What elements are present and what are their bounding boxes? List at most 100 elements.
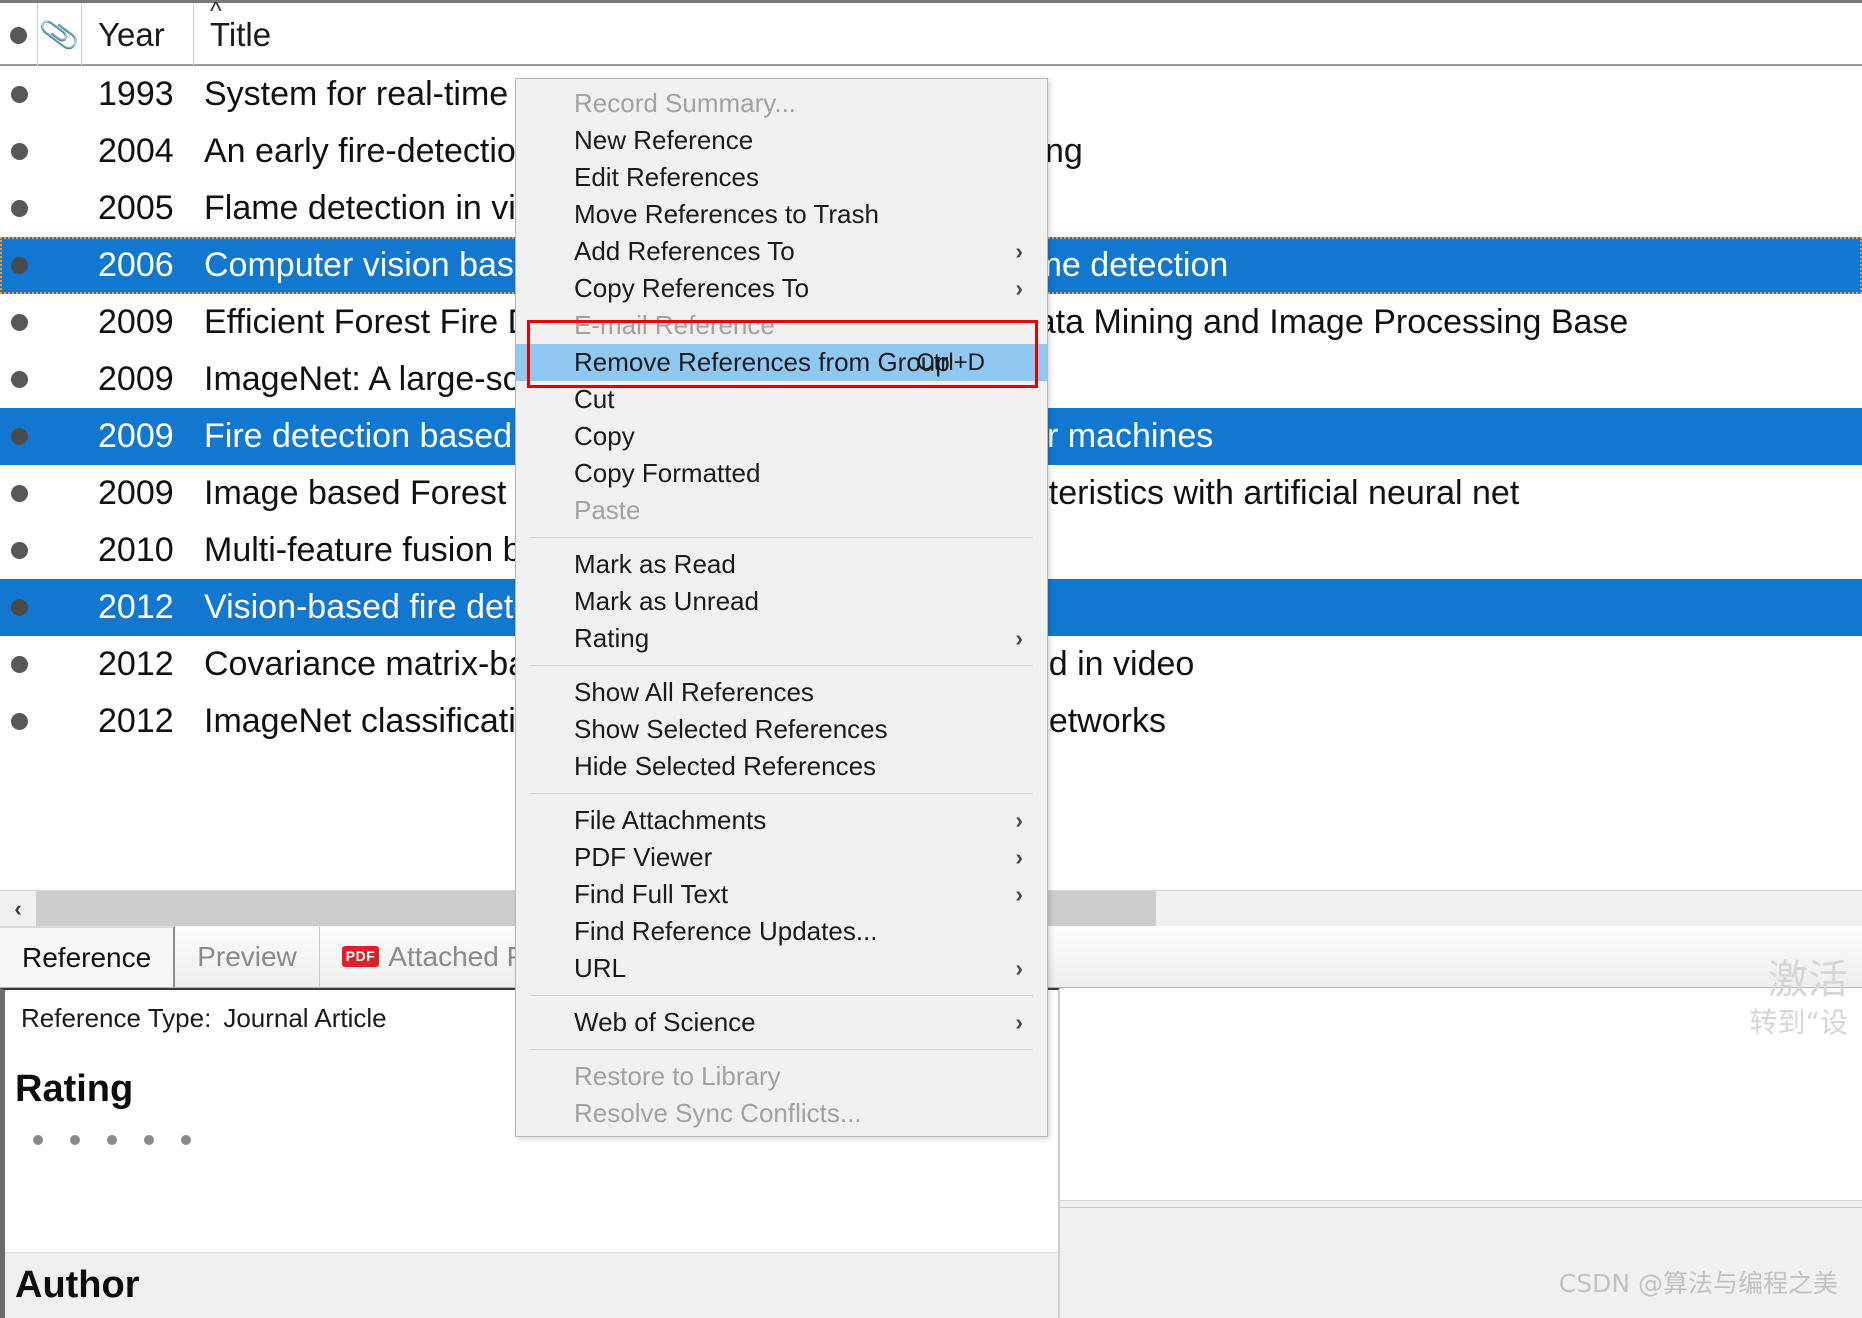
- row-read-status[interactable]: [0, 314, 38, 331]
- paperclip-icon: 📎: [37, 14, 82, 56]
- author-field-band[interactable]: Author: [5, 1252, 1058, 1318]
- row-read-status[interactable]: [0, 200, 38, 217]
- menu-item-label: E-mail Reference: [574, 310, 775, 340]
- menu-item: E-mail Reference: [516, 307, 1047, 344]
- menu-item: Paste: [516, 492, 1047, 529]
- row-year: 2010: [98, 531, 174, 569]
- chevron-right-icon: ›: [1015, 625, 1023, 651]
- menu-item[interactable]: Copy References To ›: [516, 270, 1047, 307]
- menu-item-label: Web of Science: [574, 1007, 756, 1037]
- menu-item[interactable]: Move References to Trash: [516, 196, 1047, 233]
- column-header-read-status[interactable]: [0, 3, 38, 67]
- menu-separator: [530, 793, 1033, 794]
- menu-item-label: Find Full Text: [574, 879, 729, 909]
- row-read-status[interactable]: [0, 713, 38, 730]
- menu-item-label: Show Selected References: [574, 714, 888, 744]
- menu-item-label: Mark as Read: [574, 549, 736, 579]
- row-read-status[interactable]: [0, 371, 38, 388]
- menu-item[interactable]: URL ›: [516, 950, 1047, 987]
- menu-item[interactable]: Edit References: [516, 159, 1047, 196]
- activation-line-2: 转到“设: [1749, 1006, 1848, 1039]
- rating-dot-icon[interactable]: [107, 1135, 117, 1145]
- read-dot-icon: [10, 257, 28, 274]
- menu-item-label: Rating: [574, 623, 650, 653]
- reference-context-menu[interactable]: Record Summary... New Reference Edit Refer…: [515, 78, 1048, 1137]
- menu-item[interactable]: Show Selected References: [516, 711, 1047, 748]
- row-read-status[interactable]: [0, 542, 38, 559]
- row-year: 2006: [98, 246, 174, 284]
- read-dot-icon: [10, 371, 28, 388]
- read-dot-icon: [10, 542, 28, 559]
- row-year: 2012: [98, 702, 174, 740]
- menu-item[interactable]: Remove References from Group Ctrl+D: [516, 344, 1047, 381]
- menu-item-label: Remove References from Group: [574, 347, 950, 377]
- column-header-year[interactable]: Year ^: [82, 0, 222, 67]
- pdf-icon: PDF: [341, 946, 380, 967]
- row-read-status[interactable]: [0, 656, 38, 673]
- row-read-status[interactable]: [0, 599, 38, 616]
- menu-item[interactable]: Rating ›: [516, 620, 1047, 657]
- menu-item[interactable]: Show All References: [516, 674, 1047, 711]
- read-dot-icon: [10, 86, 28, 103]
- reference-type-value: Journal Article: [223, 1002, 387, 1033]
- menu-item[interactable]: Web of Science ›: [516, 1004, 1047, 1041]
- row-year: 2004: [98, 132, 174, 170]
- detail-divider: [1060, 1200, 1862, 1208]
- menu-item-label: Find Reference Updates...: [574, 916, 878, 946]
- column-header-attachment[interactable]: 📎: [38, 3, 82, 67]
- read-dot-icon: [10, 713, 28, 730]
- menu-item-label: Resolve Sync Conflicts...: [574, 1098, 862, 1128]
- tab-reference[interactable]: Reference: [0, 926, 176, 987]
- column-header-title-label: Title: [210, 16, 272, 53]
- row-year: 2009: [98, 360, 174, 398]
- menu-item[interactable]: Mark as Read: [516, 546, 1047, 583]
- menu-item-label: Copy Formatted: [574, 458, 761, 488]
- row-year: 1993: [98, 75, 174, 113]
- menu-item[interactable]: File Attachments ›: [516, 802, 1047, 839]
- menu-item-label: Copy References To: [574, 273, 810, 303]
- menu-item-label: Record Summary...: [574, 88, 797, 118]
- read-dot-icon: [10, 26, 27, 44]
- column-header-title[interactable]: Title: [194, 3, 1862, 67]
- menu-item[interactable]: Add References To ›: [516, 233, 1047, 270]
- menu-item[interactable]: New Reference: [516, 122, 1047, 159]
- column-header-year-label: Year: [98, 16, 165, 53]
- menu-separator: [530, 665, 1033, 666]
- menu-item-label: Edit References: [574, 162, 759, 192]
- row-read-status[interactable]: [0, 143, 38, 160]
- rating-dot-icon[interactable]: [181, 1135, 191, 1145]
- row-read-status[interactable]: [0, 257, 38, 274]
- menu-item-label: Move References to Trash: [574, 199, 879, 229]
- menu-item[interactable]: PDF Viewer ›: [516, 839, 1047, 876]
- menu-item[interactable]: Copy: [516, 418, 1047, 455]
- read-dot-icon: [10, 599, 28, 616]
- menu-item[interactable]: Cut: [516, 381, 1047, 418]
- rating-dot-icon[interactable]: [144, 1135, 154, 1145]
- chevron-right-icon: ›: [1015, 275, 1023, 301]
- menu-item[interactable]: Hide Selected References: [516, 748, 1047, 785]
- scroll-left-arrow-icon[interactable]: ‹: [0, 891, 36, 926]
- menu-item[interactable]: Mark as Unread: [516, 583, 1047, 620]
- csdn-watermark: CSDN @算法与编程之美: [1558, 1269, 1838, 1298]
- row-read-status[interactable]: [0, 86, 38, 103]
- row-read-status[interactable]: [0, 485, 38, 502]
- rating-dot-icon[interactable]: [70, 1135, 80, 1145]
- tab-reference-label: Reference: [22, 941, 152, 973]
- read-dot-icon: [10, 200, 28, 217]
- read-dot-icon: [10, 314, 28, 331]
- menu-item-label: Cut: [574, 384, 615, 414]
- chevron-right-icon: ›: [1015, 1009, 1023, 1035]
- row-year: 2012: [98, 588, 174, 626]
- chevron-right-icon: ›: [1015, 881, 1023, 907]
- menu-item[interactable]: Copy Formatted: [516, 455, 1047, 492]
- chevron-right-icon: ›: [1015, 844, 1023, 870]
- menu-separator: [530, 1049, 1033, 1050]
- row-read-status[interactable]: [0, 428, 38, 445]
- rating-dot-icon[interactable]: [33, 1135, 43, 1145]
- menu-item-label: Copy: [574, 421, 635, 451]
- read-dot-icon: [10, 485, 28, 502]
- menu-item-label: Restore to Library: [574, 1061, 781, 1091]
- menu-item[interactable]: Find Full Text ›: [516, 876, 1047, 913]
- menu-item[interactable]: Find Reference Updates...: [516, 913, 1047, 950]
- tab-preview[interactable]: Preview: [175, 926, 320, 987]
